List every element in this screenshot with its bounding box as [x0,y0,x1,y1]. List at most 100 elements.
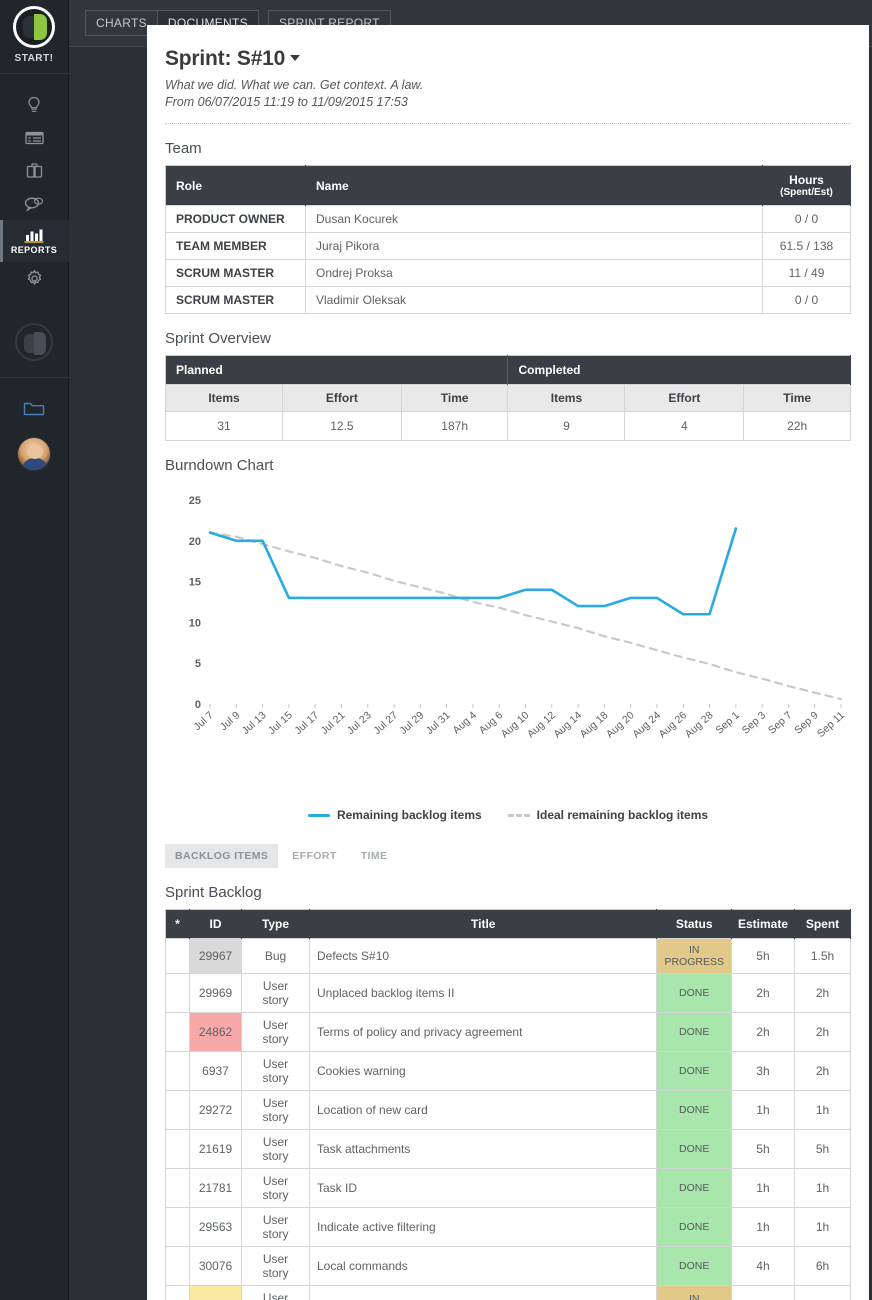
backlog-estimate-cell: 10h [730,1285,796,1300]
overview-group-planned: Planned [165,355,509,385]
backlog-title-cell[interactable]: Unplaced backlog items II [308,973,658,1013]
svg-text:Jul 15: Jul 15 [266,709,295,737]
sidebar-item-briefcase[interactable] [0,154,69,187]
overview-value-cell: 31 [165,411,283,441]
backlog-type-cell: User story [241,1168,310,1208]
table-row: SCRUM MASTER Ondrej Proksa 11 / 49 [165,259,851,287]
table-row[interactable]: 29272 User story Location of new card DONE 1… [165,1090,851,1130]
backlog-table-header: * ID Type Title Status Estimate Spent [165,909,851,939]
svg-text:Sep 3: Sep 3 [740,709,769,736]
overview-value-row: 31 12.5 187h 9 4 22h [165,411,851,441]
backlog-col-id[interactable]: ID [189,909,242,939]
backlog-star-cell[interactable] [165,973,190,1013]
backlog-estimate-cell: 5h [730,1129,796,1169]
table-row[interactable]: 29969 User story Unplaced backlog items II… [165,973,851,1013]
sidebar-nav: REPORTS [0,88,69,295]
burndown-chart-svg: 0510152025Jul 7 Jul 9Jul 13Jul 15Jul 17Ju… [189,495,847,740]
svg-text:Aug 12: Aug 12 [525,709,558,740]
backlog-id-cell[interactable]: 30076 [189,1246,242,1286]
subtitle-line-2: From 06/07/2015 11:19 to 11/09/2015 17:5… [165,95,408,109]
secondary-logo-icon[interactable] [15,323,53,361]
chart-tab-backlog-items[interactable]: BACKLOG ITEMS [165,844,279,868]
table-row: SCRUM MASTER Vladimir Oleksak 0 / 0 [165,286,851,314]
backlog-spent-cell: 13h [794,1285,851,1300]
backlog-id-cell[interactable]: 24882 [189,1285,242,1300]
backlog-title-cell[interactable]: Indicate active filtering [308,1207,658,1247]
backlog-estimate-cell: 5h [730,938,796,974]
backlog-title-cell[interactable]: Local commands [308,1246,658,1286]
backlog-star-cell[interactable] [165,1285,190,1300]
svg-text:Jul 27: Jul 27 [371,709,400,737]
backlog-star-cell[interactable] [165,1051,190,1091]
backlog-title-cell[interactable]: Task attachments [308,1129,658,1169]
backlog-id-cell[interactable]: 21781 [189,1168,242,1208]
table-row[interactable]: 21781 User story Task ID DONE 1h 1h [165,1168,851,1208]
sidebar-item-ideas[interactable] [0,88,69,121]
sidebar-item-files[interactable] [23,400,45,417]
backlog-id-cell[interactable]: 29272 [189,1090,242,1130]
sidebar-item-reports[interactable]: REPORTS [0,220,69,262]
backlog-star-cell[interactable] [165,938,190,974]
backlog-id-cell[interactable]: 29563 [189,1207,242,1247]
backlog-col-estimate[interactable]: Estimate [731,909,796,939]
backlog-col-status[interactable]: Status [656,909,732,939]
briefcase-icon [26,162,43,179]
backlog-title-cell[interactable]: Task ID [308,1168,658,1208]
table-row[interactable]: 6937 User story Cookies warning DONE 3h 2h [165,1051,851,1091]
backlog-title-cell[interactable]: Sprint Report [308,1285,658,1300]
backlog-id-cell[interactable]: 29967 [189,938,242,974]
svg-text:Aug 14: Aug 14 [551,709,584,740]
team-col-hours-sub: (Spent/Est) [780,187,833,198]
chart-tab-effort[interactable]: EFFORT [282,844,346,868]
overview-subheader-cell: Time [400,384,509,412]
team-name: Juraj Pikora [305,232,763,260]
sidebar-item-settings[interactable] [0,262,69,295]
table-row[interactable]: 29967 Bug Defects S#10 IN PROGRESS 5h 1.5h [165,938,851,974]
backlog-star-cell[interactable] [165,1168,190,1208]
backlog-id-cell[interactable]: 24862 [189,1012,242,1052]
table-row[interactable]: 21619 User story Task attachments DONE 5h 5h [165,1129,851,1169]
team-role: TEAM MEMBER [165,232,306,260]
team-hours: 61.5 / 138 [762,232,851,260]
table-row[interactable]: 24882User storySprint ReportIN PROGRESS1… [165,1285,851,1300]
table-row[interactable]: 30076 User story Local commands DONE 4h 6h [165,1246,851,1286]
svg-text:0: 0 [195,699,201,711]
svg-text:10: 10 [189,617,201,629]
backlog-title-cell[interactable]: Terms of policy and privacy agreement [308,1012,658,1052]
overview-heading: Sprint Overview [165,330,271,347]
status-badge: DONE [656,1129,732,1169]
burndown-chart: 0 5 10 15 20 25 Jul 7 Jul 9 Jul 13 Jul 15 Jul 17 Ju… [165,482,851,812]
backlog-type-cell: User story [241,1129,310,1169]
sidebar-item-chat[interactable] [0,187,69,220]
sidebar-item-board[interactable] [0,121,69,154]
backlog-title-cell[interactable]: Cookies warning [308,1051,658,1091]
legend-swatch-dashed [507,813,530,817]
backlog-col-[interactable]: * [165,909,190,939]
table-row[interactable]: 29563 User story Indicate active filtering… [165,1207,851,1247]
svg-text:Sep 1: Sep 1 [713,709,742,736]
backlog-type-cell: User story [241,1090,310,1130]
backlog-col-type[interactable]: Type [241,909,310,939]
backlog-estimate-cell: 1h [730,1090,796,1130]
backlog-id-cell[interactable]: 6937 [189,1051,242,1091]
backlog-spent-cell: 2h [794,973,851,1013]
avatar[interactable] [17,437,51,471]
backlog-star-cell[interactable] [165,1012,190,1052]
backlog-id-cell[interactable]: 21619 [189,1129,242,1169]
backlog-star-cell[interactable] [165,1207,190,1247]
chart-tab-time[interactable]: TIME [351,844,398,868]
backlog-title-cell[interactable]: Defects S#10 [308,938,658,974]
backlog-star-cell[interactable] [165,1246,190,1286]
brand-logo-block[interactable]: START! [13,6,55,64]
backlog-col-title[interactable]: Title [309,909,658,939]
backlog-spent-cell: 2h [794,1012,851,1052]
backlog-title-cell[interactable]: Location of new card [308,1090,658,1130]
backlog-id-cell[interactable]: 29969 [189,973,242,1013]
chevron-down-icon[interactable] [290,55,301,61]
backlog-col-spent[interactable]: Spent [794,909,851,939]
backlog-star-cell[interactable] [165,1129,190,1169]
backlog-star-cell[interactable] [165,1090,190,1130]
table-row[interactable]: 24862 User story Terms of policy and priva… [165,1012,851,1052]
overview-value-cell: 22h [743,411,851,441]
svg-text:Aug 20: Aug 20 [604,709,637,740]
